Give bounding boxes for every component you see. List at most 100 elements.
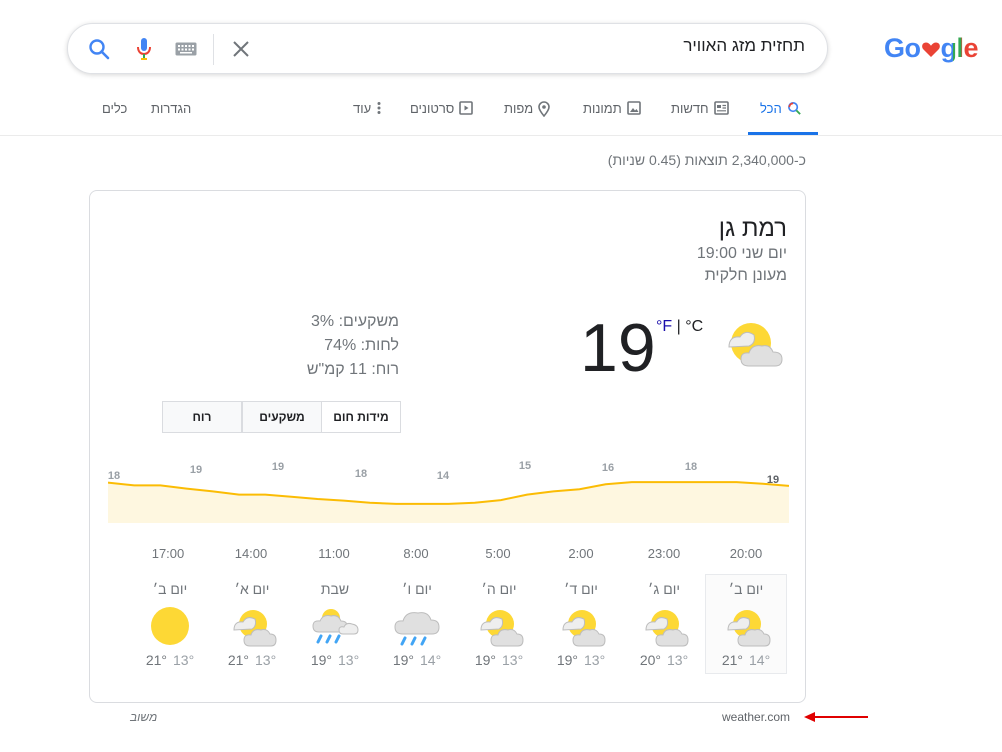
hour-label: 14:00 xyxy=(234,546,268,561)
hour-label: 5:00 xyxy=(485,546,511,561)
day-low: 13° xyxy=(338,652,360,668)
tabs-divider xyxy=(0,135,1002,136)
temperature-label: 15 xyxy=(519,461,531,472)
tab-all[interactable]: הכל xyxy=(760,101,802,135)
day-low: 14° xyxy=(749,652,771,668)
temperature-label: 19 xyxy=(767,474,779,486)
unit-celsius[interactable]: °C xyxy=(685,318,703,335)
tab-all-label: הכל xyxy=(760,101,782,116)
rain-icon xyxy=(394,612,440,646)
day-forecast[interactable]: יום ד׳ 19° 13° xyxy=(540,574,622,674)
day-name: יום ב׳ xyxy=(728,581,764,597)
hour-label: 23:00 xyxy=(647,546,681,561)
tab-temperature[interactable]: מידות חום xyxy=(321,401,401,433)
day-forecast[interactable]: יום ה׳ 19° 13° xyxy=(458,574,540,674)
tab-images[interactable]: תמונות xyxy=(583,101,641,135)
google-logo[interactable]: Go gle xyxy=(884,33,979,63)
partly-cloudy-icon xyxy=(727,610,771,647)
temperature-label: 14 xyxy=(437,470,450,482)
weather-card: רמת גן יום שני 19:00 מעונן חלקית °F | °C… xyxy=(89,190,806,703)
weather-datetime: יום שני 19:00 xyxy=(696,245,787,262)
day-temps: 21° 13° xyxy=(212,652,292,668)
search-icon[interactable] xyxy=(86,36,112,62)
partly-cloudy-icon xyxy=(728,323,783,367)
tab-news[interactable]: חדשות xyxy=(671,101,729,135)
day-forecast[interactable]: שבת 19° 13° xyxy=(294,574,376,674)
search-divider xyxy=(213,34,214,65)
day-forecast[interactable]: יום ג׳ 20° 13° xyxy=(623,574,705,674)
clear-icon[interactable] xyxy=(228,36,254,62)
day-forecast[interactable]: יום ב׳ 21° 14° xyxy=(705,574,787,674)
unit-separator: | xyxy=(672,318,686,335)
video-icon xyxy=(459,101,474,115)
day-high: 19° xyxy=(556,652,578,668)
day-low: 13° xyxy=(584,652,606,668)
tools-link[interactable]: כלים xyxy=(102,101,127,135)
humidity-value: לחות: 74% xyxy=(324,337,399,354)
sunny-icon xyxy=(151,607,189,645)
temperature-label: 18 xyxy=(685,461,697,473)
partly-cloudy-icon xyxy=(480,610,524,647)
temperature-label: 16 xyxy=(602,462,614,474)
settings-link[interactable]: הגדרות xyxy=(151,101,191,135)
partly-cloudy-icon xyxy=(562,610,606,647)
rain-sun-icon xyxy=(312,609,359,644)
wind-value: רוח: 11 קמ"ש xyxy=(306,361,399,378)
source-link[interactable]: weather.com xyxy=(722,710,790,724)
feedback-link[interactable]: משוב xyxy=(130,710,157,724)
precipitation-value: משקעים: 3% xyxy=(311,313,399,330)
temperature-label: 19 xyxy=(190,464,202,476)
unit-toggle[interactable]: °F | °C xyxy=(656,318,703,336)
search-box[interactable]: תחזית מזג האוויר xyxy=(67,23,828,74)
day-high: 21° xyxy=(145,652,167,668)
tab-more-label: עוד xyxy=(353,101,372,116)
day-name: יום ה׳ xyxy=(481,581,517,597)
tab-more[interactable]: עוד xyxy=(353,101,382,135)
keyboard-icon[interactable] xyxy=(174,36,198,62)
unit-fahrenheit[interactable]: °F xyxy=(656,318,672,335)
search-icon xyxy=(787,102,801,115)
hour-label: 8:00 xyxy=(403,546,429,561)
day-name: יום ג׳ xyxy=(648,581,680,597)
day-temps: 20° 13° xyxy=(624,652,704,668)
partly-cloudy-icon xyxy=(233,610,277,647)
map-pin-icon xyxy=(538,101,551,117)
day-name: יום א׳ xyxy=(234,581,270,597)
temperature-label: 18 xyxy=(355,468,367,480)
day-temps: 19° 13° xyxy=(459,652,539,668)
current-temperature: 19 xyxy=(580,310,656,386)
day-low: 14° xyxy=(420,652,442,668)
heart-icon xyxy=(921,35,941,57)
day-temps: 19° 14° xyxy=(377,652,457,668)
tab-videos[interactable]: סרטונים xyxy=(410,101,474,135)
search-input[interactable]: תחזית מזג האוויר xyxy=(683,36,805,56)
news-icon xyxy=(713,101,729,115)
day-forecast[interactable]: יום ו׳ 19° 14° xyxy=(376,574,458,674)
hour-label: 17:00 xyxy=(151,546,185,561)
tab-news-label: חדשות xyxy=(671,101,709,116)
hour-label: 2:00 xyxy=(568,546,594,561)
tab-maps[interactable]: מפות xyxy=(504,101,551,135)
microphone-icon[interactable] xyxy=(131,36,157,62)
day-high: 19° xyxy=(474,652,496,668)
day-high: 19° xyxy=(310,652,332,668)
tab-precipitation[interactable]: משקעים xyxy=(242,401,322,433)
day-forecast[interactable]: יום ב׳ 21° 13° xyxy=(129,574,211,674)
day-low: 13° xyxy=(502,652,524,668)
day-name: יום ד׳ xyxy=(564,581,598,597)
image-icon xyxy=(626,101,641,115)
day-low: 13° xyxy=(667,652,689,668)
day-forecast[interactable]: יום א׳ 21° 13° xyxy=(211,574,293,674)
day-high: 21° xyxy=(227,652,249,668)
day-name: שבת xyxy=(320,581,350,597)
tools-label: כלים xyxy=(102,101,128,116)
day-temps: 19° 13° xyxy=(295,652,375,668)
tab-wind[interactable]: רוח xyxy=(162,401,242,433)
day-temps: 19° 13° xyxy=(541,652,621,668)
hour-label: 20:00 xyxy=(729,546,763,561)
weather-condition: מעונן חלקית xyxy=(704,267,787,284)
hour-label: 11:00 xyxy=(318,546,350,561)
arrow-annotation-icon xyxy=(804,712,868,722)
partly-cloudy-icon xyxy=(645,610,689,647)
temperature-label: 19 xyxy=(272,461,284,473)
